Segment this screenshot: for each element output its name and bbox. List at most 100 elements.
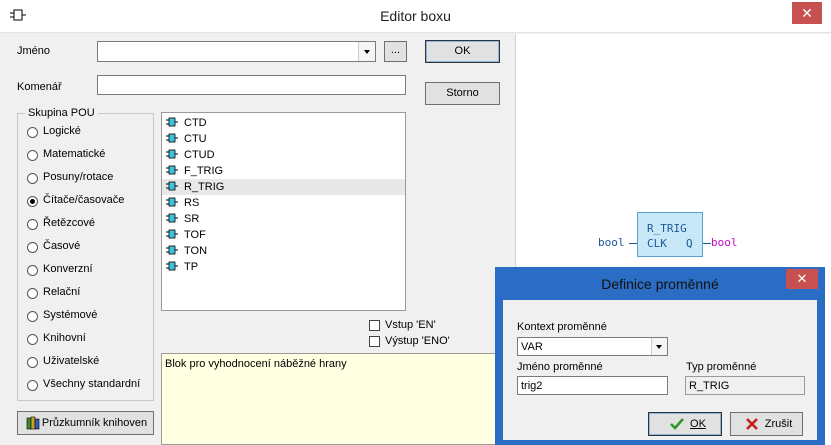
input-wire xyxy=(629,243,637,244)
preview-block: R_TRIG CLK Q xyxy=(637,212,703,257)
function-block-icon xyxy=(166,228,178,239)
variable-name-input[interactable]: trig2 xyxy=(517,376,668,395)
browse-button[interactable]: ... xyxy=(384,41,407,62)
variable-ok-button[interactable]: OK xyxy=(648,412,722,436)
pou-radio[interactable] xyxy=(27,380,38,391)
eno-label: Výstup 'ENO' xyxy=(385,335,450,347)
pou-radio-label[interactable]: Uživatelské xyxy=(43,355,99,367)
variable-dialog-title: Definice proměnné xyxy=(601,276,719,292)
block-list-item-label: CTD xyxy=(184,117,207,129)
block-list-item-label: TP xyxy=(184,261,199,273)
pou-radio-label[interactable]: Knihovní xyxy=(43,332,86,344)
pou-radio[interactable] xyxy=(27,311,38,322)
block-list-item[interactable]: TOF xyxy=(166,227,206,243)
library-explorer-label: Průzkumník knihoven xyxy=(41,417,148,429)
function-block-icon xyxy=(166,244,178,255)
chevron-down-icon[interactable] xyxy=(651,338,667,355)
variable-name-label: Jméno proměnné xyxy=(517,361,603,373)
pou-radio-label[interactable]: Řetězcové xyxy=(43,217,95,229)
block-list-item-label: CTUD xyxy=(184,149,215,161)
block-list-item-label: SR xyxy=(184,213,200,225)
block-list-item-label: TON xyxy=(184,245,208,257)
variable-type-label: Typ proměnné xyxy=(686,361,757,373)
comment-label: Komenář xyxy=(17,81,62,93)
function-block-icon xyxy=(166,196,178,207)
function-block-icon xyxy=(166,260,178,271)
pou-radio[interactable] xyxy=(27,265,38,276)
block-list-item[interactable]: TP xyxy=(166,259,198,275)
context-label: Kontext proměnné xyxy=(517,321,607,333)
block-list-item-label: CTU xyxy=(184,133,207,145)
en-checkbox[interactable] xyxy=(369,320,380,331)
pou-radio-label[interactable]: Časové xyxy=(43,240,80,252)
pou-radio-label[interactable]: Posuny/rotace xyxy=(43,171,113,183)
pou-radio[interactable] xyxy=(27,242,38,253)
block-list-item-label: F_TRIG xyxy=(184,165,224,177)
function-block-icon xyxy=(166,148,178,159)
block-list[interactable]: CTD CTU CTUD F_TRIG R_TRIG RS SR TOF TON TP xyxy=(161,112,406,311)
variable-type-field: R_TRIG xyxy=(685,376,805,395)
pou-radio-label[interactable]: Čítače/časovače xyxy=(43,194,124,206)
block-list-item[interactable]: SR xyxy=(166,211,199,227)
pou-radio-label[interactable]: Logické xyxy=(43,125,81,137)
preview-block-name: R_TRIG xyxy=(647,222,687,235)
preview-input-pin: CLK xyxy=(647,237,667,250)
window-title: Editor boxu xyxy=(380,8,451,24)
pou-radio[interactable] xyxy=(27,288,38,299)
block-list-item-label: RS xyxy=(184,197,200,209)
block-list-item-label: R_TRIG xyxy=(184,181,225,193)
function-block-icon xyxy=(166,164,178,175)
variable-cancel-label: Zrušit xyxy=(764,418,793,430)
block-list-item[interactable]: TON xyxy=(166,243,207,259)
pou-radio[interactable] xyxy=(27,219,38,230)
description-box: Blok pro vyhodnocení náběžné hrany xyxy=(161,353,501,445)
books-icon xyxy=(26,416,40,438)
pou-group-title: Skupina POU xyxy=(25,107,98,119)
preview-input-type: bool xyxy=(598,236,625,249)
pou-radio-label[interactable]: Systémové xyxy=(43,309,97,321)
pou-radio[interactable] xyxy=(27,150,38,161)
variable-ok-label: OK xyxy=(690,418,706,430)
variable-dialog-close-button[interactable]: ✕ xyxy=(786,269,818,289)
pou-radio-label[interactable]: Relační xyxy=(43,286,80,298)
block-list-item-label: TOF xyxy=(184,229,206,241)
preview-output-type: bool xyxy=(711,236,738,249)
pou-radio-label[interactable]: Všechny standardní xyxy=(43,378,140,390)
variable-name-value: trig2 xyxy=(521,380,543,392)
description-text: Blok pro vyhodnocení náběžné hrany xyxy=(165,358,347,370)
cancel-button[interactable]: Storno xyxy=(425,82,500,105)
pou-radio[interactable] xyxy=(27,357,38,368)
variable-type-value: R_TRIG xyxy=(689,380,730,392)
block-list-item[interactable]: F_TRIG xyxy=(166,163,223,179)
block-list-item[interactable]: CTD xyxy=(166,115,207,131)
ok-button[interactable]: OK xyxy=(425,40,500,63)
pou-radio-label[interactable]: Konverzní xyxy=(43,263,93,275)
eno-checkbox[interactable] xyxy=(369,336,380,347)
block-list-item[interactable]: R_TRIG xyxy=(162,179,405,195)
en-label: Vstup 'EN' xyxy=(385,319,436,331)
variable-cancel-button[interactable]: Zrušit xyxy=(730,412,803,436)
output-wire xyxy=(703,243,711,244)
block-list-item[interactable]: CTUD xyxy=(166,147,215,163)
chevron-down-icon[interactable] xyxy=(358,42,375,61)
close-button[interactable]: ✕ xyxy=(792,2,822,24)
preview-output-pin: Q xyxy=(686,237,693,250)
block-list-item[interactable]: RS xyxy=(166,195,199,211)
comment-input[interactable] xyxy=(97,75,406,95)
name-combobox[interactable] xyxy=(97,41,376,62)
cross-icon xyxy=(745,417,759,439)
context-select[interactable]: VAR xyxy=(517,337,668,356)
function-block-icon xyxy=(166,180,178,191)
block-list-item[interactable]: CTU xyxy=(166,131,207,147)
name-label: Jméno xyxy=(17,45,51,57)
function-block-icon xyxy=(166,212,178,223)
function-block-icon xyxy=(166,116,178,127)
pou-radio[interactable] xyxy=(27,334,38,345)
function-block-icon xyxy=(166,132,178,143)
pou-radio[interactable] xyxy=(27,127,38,138)
check-icon xyxy=(669,417,685,439)
pou-radio[interactable] xyxy=(27,173,38,184)
pou-radio[interactable] xyxy=(27,196,38,207)
library-explorer-button[interactable]: Průzkumník knihoven xyxy=(17,411,154,435)
pou-radio-label[interactable]: Matematické xyxy=(43,148,105,160)
